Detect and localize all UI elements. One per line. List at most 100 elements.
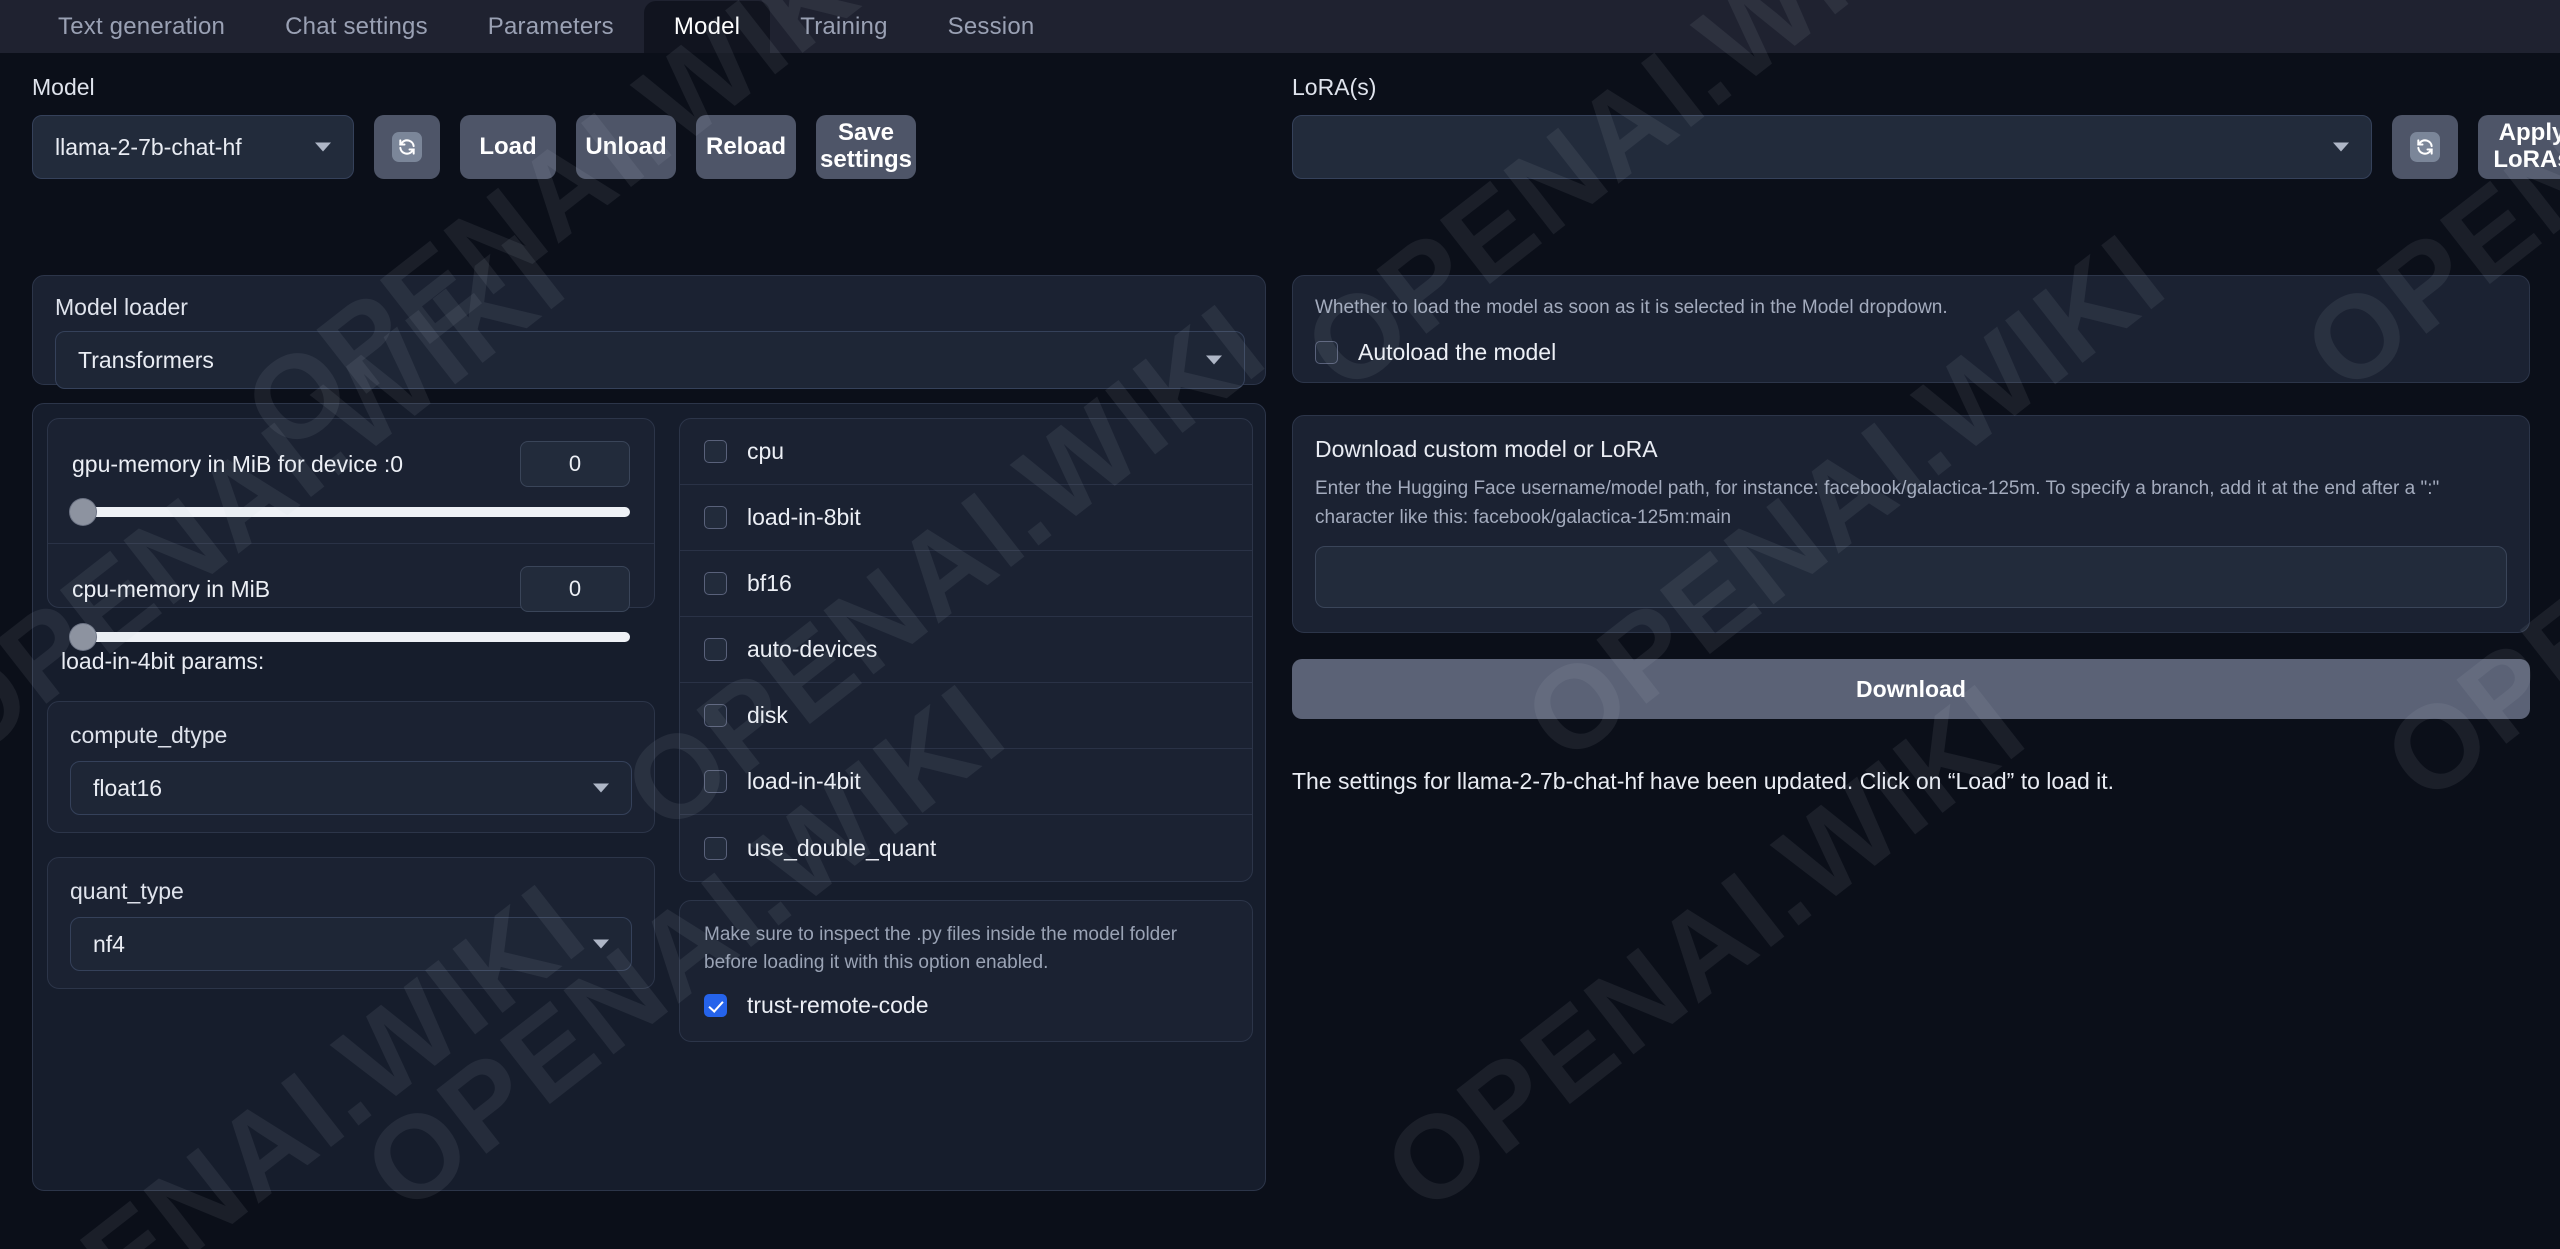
checkbox-row-load-in-8bit[interactable]: load-in-8bit — [680, 485, 1252, 551]
load-button-label: Load — [479, 132, 537, 160]
checkbox-load-in-4bit[interactable] — [704, 770, 727, 793]
download-header: Download custom model or LoRA Enter the … — [1293, 416, 2529, 532]
lora-dropdown[interactable] — [1292, 115, 2372, 179]
refresh-loras-button[interactable] — [2392, 115, 2458, 179]
refresh-icon — [2410, 132, 2440, 162]
download-panel: Download custom model or LoRA Enter the … — [1292, 415, 2530, 633]
tab-text-generation[interactable]: Text generation — [28, 0, 255, 53]
unload-button[interactable]: Unload — [576, 115, 676, 179]
cpu-memory-track[interactable] — [70, 624, 630, 650]
lora-label: LoRA(s) — [1292, 74, 1377, 100]
checkbox-use-double-quant[interactable] — [704, 836, 727, 860]
chevron-down-icon — [1206, 355, 1222, 365]
gpu-memory-value[interactable]: 0 — [520, 441, 630, 487]
checkbox-bf16[interactable] — [704, 572, 727, 595]
checkbox-trust-remote-code[interactable] — [704, 994, 727, 1018]
tab-training[interactable]: Training — [770, 0, 917, 53]
model-loader-value: Transformers — [78, 346, 214, 373]
model-label: Model — [32, 74, 95, 100]
reload-button[interactable]: Reload — [696, 115, 796, 179]
tab-label: Text generation — [58, 12, 226, 40]
status-message: The settings for llama-2-7b-chat-hf have… — [1292, 768, 2115, 794]
checkbox-label: load-in-4bit — [747, 768, 861, 794]
checkbox-label: auto-devices — [747, 636, 878, 662]
checkbox-row-load-in-4bit[interactable]: load-in-4bit — [680, 749, 1252, 815]
autoload-helper-wrap: Whether to load the model as soon as it … — [1293, 276, 2529, 323]
checkbox-row-autoload[interactable]: Autoload the model — [1293, 323, 2529, 366]
checkbox-row-use-double-quant[interactable]: use_double_quant — [680, 815, 1252, 881]
tab-label: Training — [800, 12, 888, 40]
autoload-panel: Whether to load the model as soon as it … — [1292, 275, 2530, 383]
download-input[interactable] — [1315, 546, 2507, 608]
model-controls-row: llama-2-7b-chat-hf Load Unload Reload Sa… — [32, 115, 916, 179]
apply-loras-button-label: Apply LoRAs — [2493, 119, 2560, 173]
model-loader-panel: Model loader Transformers — [32, 275, 1266, 389]
checkbox-cpu[interactable] — [704, 440, 727, 463]
flags-checkbox-list: cpu load-in-8bit bf16 auto-devices disk … — [679, 418, 1253, 882]
load-in-4bit-heading: load-in-4bit params: — [61, 648, 265, 674]
lora-label-wrap: LoRA(s) — [1292, 74, 1376, 115]
quant-type-dropdown[interactable]: nf4 — [70, 917, 632, 971]
lora-controls-row: Apply LoRAs — [1292, 115, 2560, 179]
checkbox-label: trust-remote-code — [747, 992, 929, 1019]
tab-chat-settings[interactable]: Chat settings — [255, 0, 458, 53]
model-page: Model llama-2-7b-chat-hf Load Unload Rel… — [0, 53, 2560, 1249]
checkbox-auto-devices[interactable] — [704, 638, 727, 661]
memory-and-params-column: gpu-memory in MiB for device :0 0 cpu-me… — [47, 418, 655, 989]
gpu-memory-thumb[interactable] — [70, 499, 96, 525]
checkbox-load-in-8bit[interactable] — [704, 506, 727, 529]
apply-loras-button[interactable]: Apply LoRAs — [2478, 115, 2560, 179]
checkbox-label: use_double_quant — [747, 834, 937, 861]
chevron-down-icon — [593, 939, 609, 949]
chevron-down-icon — [315, 142, 331, 152]
gpu-memory-header: gpu-memory in MiB for device :0 0 — [72, 441, 630, 487]
model-dropdown[interactable]: llama-2-7b-chat-hf — [32, 115, 354, 179]
checkbox-row-auto-devices[interactable]: auto-devices — [680, 617, 1252, 683]
checkbox-row-trust-remote-code[interactable]: trust-remote-code — [680, 984, 1252, 1041]
tab-label: Chat settings — [285, 12, 428, 40]
tab-parameters[interactable]: Parameters — [458, 0, 644, 53]
cpu-memory-value[interactable]: 0 — [520, 566, 630, 612]
compute-dtype-label: compute_dtype — [70, 722, 228, 748]
save-settings-button[interactable]: Save settings — [816, 115, 916, 179]
tab-session[interactable]: Session — [918, 0, 1065, 53]
flags-column: cpu load-in-8bit bf16 auto-devices disk … — [679, 418, 1253, 1043]
autoload-helper: Whether to load the model as soon as it … — [1315, 297, 1948, 318]
checkbox-autoload[interactable] — [1315, 340, 1338, 364]
model-loader-label-wrap: Model loader — [33, 276, 1265, 321]
tab-label: Model — [673, 13, 741, 40]
quant-type-value: nf4 — [93, 930, 125, 957]
cpu-memory-label: cpu-memory in MiB — [72, 575, 271, 602]
gpu-memory-label: gpu-memory in MiB for device :0 — [72, 450, 404, 477]
gpu-memory-slider: gpu-memory in MiB for device :0 0 — [48, 419, 654, 544]
checkbox-row-bf16[interactable]: bf16 — [680, 551, 1252, 617]
checkbox-label: Autoload the model — [1358, 338, 1557, 365]
refresh-models-button[interactable] — [374, 115, 440, 179]
model-loader-label: Model loader — [55, 294, 188, 320]
gpu-memory-track[interactable] — [70, 499, 630, 525]
load-button[interactable]: Load — [460, 115, 556, 179]
memory-sliders-box: gpu-memory in MiB for device :0 0 cpu-me… — [47, 418, 655, 650]
download-input-wrap — [1293, 532, 2529, 608]
download-button-wrap: Download — [1292, 659, 2530, 719]
checkbox-disk[interactable] — [704, 704, 727, 727]
trust-remote-code-box: Make sure to inspect the .py files insid… — [679, 900, 1253, 1043]
unload-button-label: Unload — [585, 132, 667, 160]
quant-type-box: quant_type nf4 — [47, 857, 655, 989]
status-message-wrap: The settings for llama-2-7b-chat-hf have… — [1292, 768, 2530, 795]
checkbox-label: disk — [747, 702, 788, 728]
tab-model[interactable]: Model — [643, 1, 771, 53]
quant-type-label: quant_type — [70, 878, 184, 904]
compute-dtype-value: float16 — [93, 774, 163, 801]
cpu-memory-thumb[interactable] — [70, 624, 96, 650]
checkbox-row-disk[interactable]: disk — [680, 683, 1252, 749]
compute-dtype-dropdown[interactable]: float16 — [70, 761, 632, 815]
checkbox-row-cpu[interactable]: cpu — [680, 419, 1252, 485]
chevron-down-icon — [2333, 142, 2349, 152]
checkbox-label: load-in-8bit — [747, 504, 861, 530]
tab-bar: Text generation Chat settings Parameters… — [0, 0, 2560, 53]
trust-remote-code-note: Make sure to inspect the .py files insid… — [704, 924, 1178, 973]
download-button[interactable]: Download — [1292, 659, 2530, 719]
model-dropdown-value: llama-2-7b-chat-hf — [55, 133, 242, 160]
model-loader-dropdown[interactable]: Transformers — [55, 331, 1245, 389]
